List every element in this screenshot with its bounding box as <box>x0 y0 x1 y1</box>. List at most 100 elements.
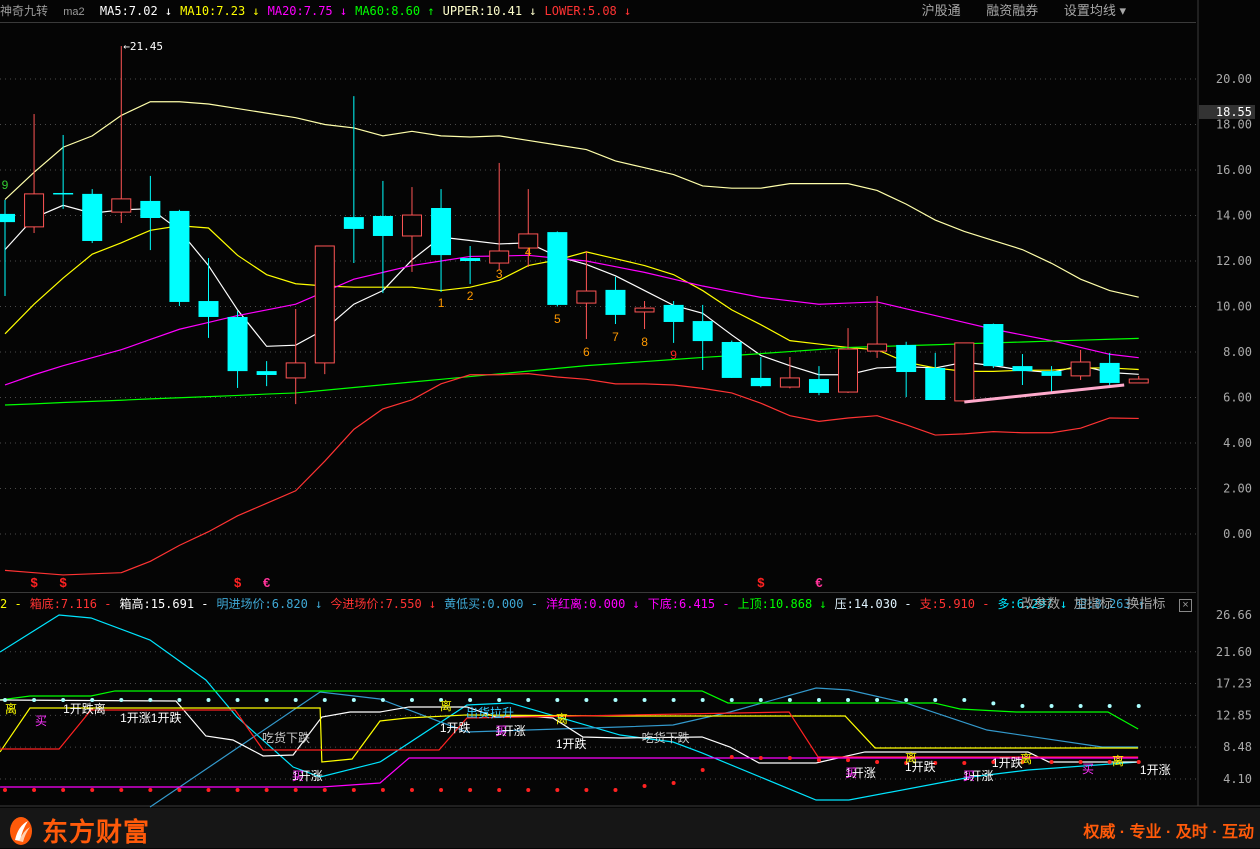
indicator-name[interactable]: 神奇九转 <box>0 4 48 18</box>
signal-annotation: 离 <box>440 698 452 713</box>
candle <box>140 175 161 251</box>
candle <box>1128 375 1149 384</box>
signal-marker: € <box>263 575 270 590</box>
candle <box>605 276 626 325</box>
candle <box>663 301 684 343</box>
hsgt-link[interactable]: 沪股通 <box>922 3 961 18</box>
candle-body <box>285 362 306 379</box>
candle-body <box>140 200 161 219</box>
lower-dot <box>90 787 95 792</box>
upper-dot <box>468 697 473 702</box>
ma-settings-dropdown[interactable]: 设置均线 ▾ <box>1064 3 1126 18</box>
lower-dot <box>409 787 414 792</box>
y-tick-label: 4.00 <box>1223 436 1252 450</box>
signal-annotation: 买 <box>845 766 857 780</box>
trendline <box>964 383 1125 404</box>
candle-body <box>721 341 742 378</box>
count-label: 8 <box>641 335 648 349</box>
signal-annotation: 1开跌 <box>440 720 471 735</box>
upper-dot <box>1049 703 1054 708</box>
ma-legend-item: MA10:7.23 ↓ <box>180 4 260 18</box>
candle <box>721 340 742 378</box>
signal-annotation: 吃货下跌 <box>262 730 310 745</box>
candle <box>1099 352 1120 385</box>
y-tick-label: 10.00 <box>1216 300 1252 314</box>
candle-body <box>372 215 393 236</box>
signal-marker: $ <box>234 575 242 590</box>
lower-y-tick-label: 4.10 <box>1223 772 1252 786</box>
chart-canvas[interactable]: 20.0018.0016.0014.0012.0010.008.006.004.… <box>0 0 1260 848</box>
upper-dot <box>816 697 821 702</box>
upper-dot <box>497 697 502 702</box>
count-label: 3 <box>496 267 503 281</box>
candle-body <box>808 379 829 393</box>
lower-legend-item: 箱底:7.116 - <box>29 597 112 611</box>
count-label: 7 <box>612 330 619 344</box>
lower-dot <box>758 756 763 761</box>
upper-dot <box>235 697 240 702</box>
signal-annotation: 1开涨1开跌 <box>120 710 181 725</box>
upper-dot <box>1020 703 1025 708</box>
lower-dot <box>497 787 502 792</box>
close-icon[interactable]: × <box>1179 599 1192 612</box>
candle-body <box>314 245 335 364</box>
lower-dot <box>235 787 240 792</box>
candle-body <box>692 321 713 342</box>
upper-dot <box>1136 703 1141 708</box>
upper-dot <box>787 697 792 702</box>
lower-legend-item: 洋红离:0.000 ↓ <box>545 597 640 611</box>
signal-marker: $ <box>30 575 38 590</box>
candle <box>431 189 452 292</box>
candle <box>983 323 1004 368</box>
upper-dot <box>1078 703 1083 708</box>
lower-dot <box>875 759 880 764</box>
candle-body <box>750 377 771 387</box>
candle <box>1012 354 1033 385</box>
add-indicator-button[interactable]: 加指标 <box>1074 596 1113 611</box>
signal-annotation: 1开跌 <box>556 736 587 751</box>
candle <box>198 258 219 338</box>
upper-dot <box>322 697 327 702</box>
lower-dot <box>322 787 327 792</box>
candle <box>82 189 103 244</box>
signal-marker: $ <box>60 575 68 590</box>
y-tick-label: 8.00 <box>1223 345 1252 359</box>
candle-body <box>983 324 1004 367</box>
upper-dot <box>729 697 734 702</box>
lower-dot <box>61 787 66 792</box>
lower-dot <box>177 787 182 792</box>
upper-dot <box>264 697 269 702</box>
candle <box>634 301 655 330</box>
candle-body <box>24 193 45 228</box>
signal-marker: $ <box>757 575 765 590</box>
candle <box>285 309 306 405</box>
margin-trading-link[interactable]: 融资融券 <box>986 3 1038 18</box>
signal-annotation: 1开跌 <box>992 755 1023 770</box>
candle <box>343 96 364 264</box>
upper-dot <box>380 697 385 702</box>
candle-body <box>867 343 888 352</box>
candle <box>867 296 888 358</box>
upper-dot <box>584 697 589 702</box>
indicator-header: 神奇九转 ma2 MA5:7.02 ↓ MA10:7.23 ↓ MA20:7.75 … <box>0 0 1196 23</box>
edit-params-button[interactable]: 改参数 <box>1021 596 1060 611</box>
candle-body <box>1099 362 1120 383</box>
lower-dot <box>293 787 298 792</box>
ma-legend-item: LOWER:5.08 ↓ <box>544 4 632 18</box>
upper-dot <box>555 697 560 702</box>
candle-body <box>547 232 568 305</box>
candle <box>401 187 422 272</box>
lower-y-tick-label: 8.48 <box>1223 740 1252 754</box>
candle-body <box>605 289 626 315</box>
upper-dot <box>904 697 909 702</box>
lower-y-tick-label: 26.66 <box>1216 608 1252 622</box>
lower-legend-item: 明进场价:6.820 ↓ <box>216 597 323 611</box>
candle-body <box>431 207 452 256</box>
lower-y-tick-label: 12.85 <box>1216 708 1252 722</box>
slogan: 权威 · 专业 · 及时 · 互动 <box>1083 824 1254 841</box>
upper-dot <box>671 697 676 702</box>
y-tick-label: 14.00 <box>1216 209 1252 223</box>
switch-indicator-button[interactable]: 换指标 <box>1126 596 1165 611</box>
candle-body <box>954 342 975 402</box>
lower-legend-item: 下底:6.415 - <box>647 597 730 611</box>
